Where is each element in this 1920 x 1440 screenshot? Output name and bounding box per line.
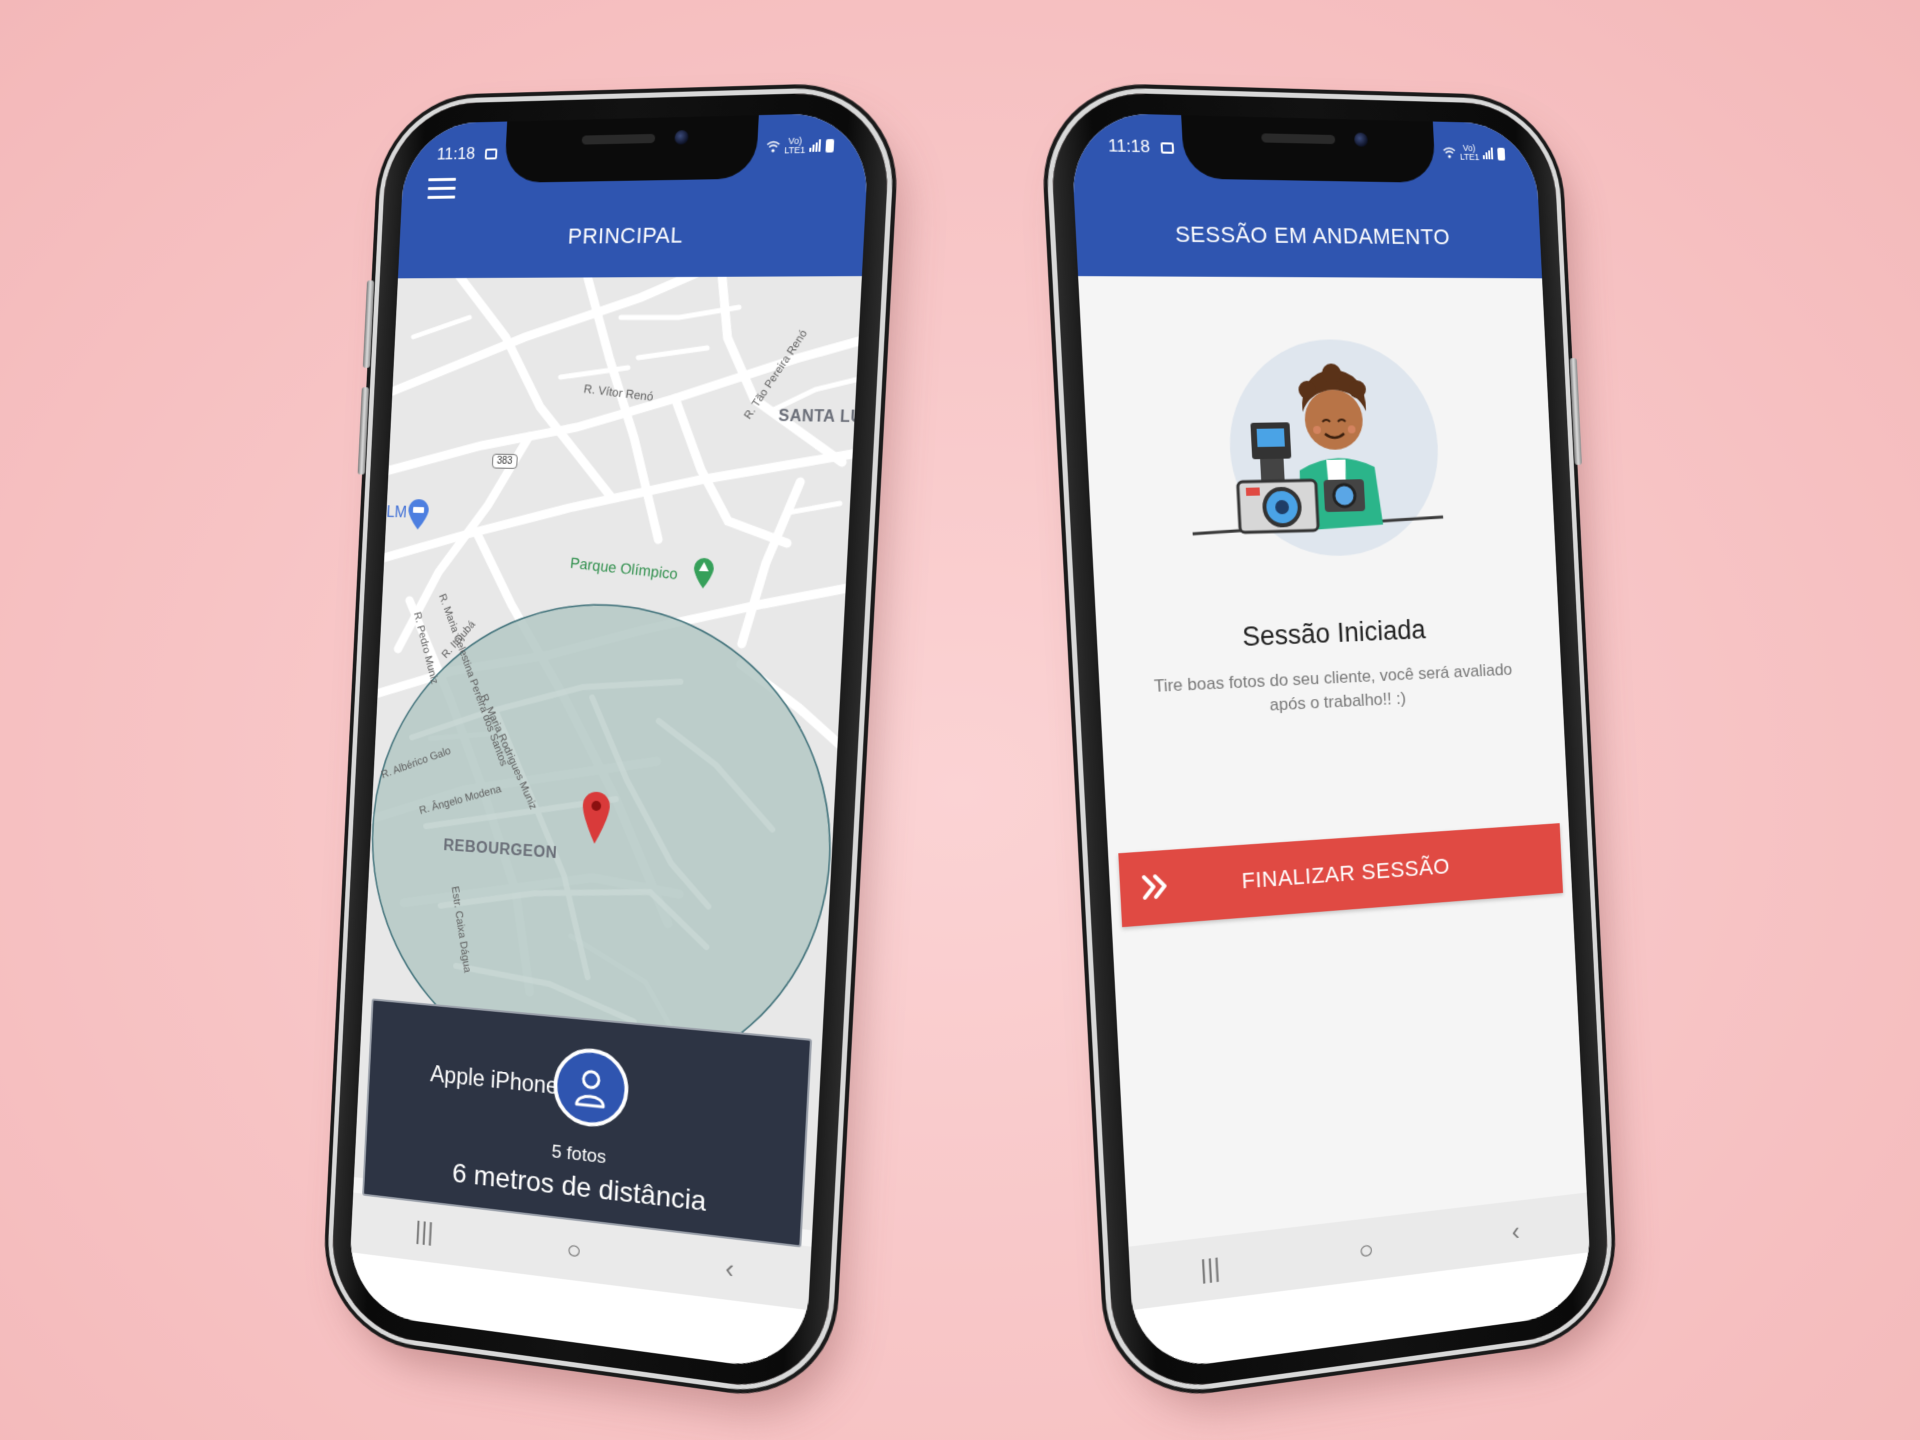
status-time: 11:18	[1108, 136, 1175, 158]
page-title: PRINCIPAL	[567, 222, 684, 249]
double-chevron-right-icon	[1140, 870, 1172, 903]
status-time-text: 11:18	[436, 143, 476, 164]
recents-button[interactable]: |||	[1179, 1245, 1241, 1293]
phone-left: 11:18 Vo) LTE1 PRINCIPAL R. Vítor Renó R…	[328, 90, 893, 1397]
network-label: Vo) LTE1	[783, 135, 806, 156]
gallery-icon	[1160, 142, 1175, 154]
wifi-icon	[766, 140, 781, 153]
status-icons: Vo) LTE1	[1442, 142, 1506, 163]
main-screen: 11:18 Vo) LTE1 PRINCIPAL R. Vítor Renó R…	[347, 112, 871, 1374]
network-label: Vo) LTE1	[1459, 142, 1480, 163]
session-heading: Sessão Iniciada	[1241, 614, 1427, 653]
signal-icon	[1482, 147, 1494, 160]
map-roads	[359, 276, 862, 1121]
speaker	[581, 133, 656, 145]
status-time-text: 11:18	[1107, 135, 1151, 157]
recents-button[interactable]: |||	[396, 1208, 453, 1254]
finish-session-label: FINALIZAR SESSÃO	[1241, 853, 1451, 894]
power-button	[1569, 358, 1582, 465]
map-label-santa: SANTA LU	[777, 407, 862, 427]
signal-icon	[809, 139, 822, 152]
back-button[interactable]: ‹	[699, 1245, 761, 1293]
session-content: Sessão Iniciada Tire boas fotos do seu c…	[1078, 276, 1587, 1247]
tree-icon[interactable]	[691, 557, 716, 590]
phone-right: 11:18 Vo) LTE1 SESSÃO EM ANDAMENTO Sessã…	[1047, 90, 1612, 1397]
front-camera	[674, 130, 689, 145]
status-icons: Vo) LTE1	[766, 136, 835, 156]
route-badge: 383	[491, 453, 518, 469]
front-camera	[1353, 132, 1369, 147]
speaker	[1261, 133, 1336, 145]
notch	[1181, 115, 1436, 183]
wifi-icon	[1443, 146, 1457, 159]
battery-icon	[1497, 147, 1506, 161]
back-button[interactable]: ‹	[1487, 1208, 1544, 1254]
hamburger-menu-icon[interactable]	[427, 177, 457, 200]
volume-up-button	[362, 280, 375, 368]
home-button[interactable]: ○	[1336, 1226, 1395, 1273]
home-button[interactable]: ○	[544, 1226, 603, 1273]
photographer-illustration	[1182, 339, 1465, 560]
shopping-cart-icon[interactable]	[406, 498, 431, 531]
device-name: Apple iPhone	[429, 1060, 559, 1100]
gallery-icon	[484, 148, 498, 160]
finish-session-button[interactable]: FINALIZAR SESSÃO	[1118, 823, 1564, 928]
status-time: 11:18	[436, 143, 498, 164]
avatar[interactable]	[551, 1045, 631, 1131]
notch	[504, 115, 759, 183]
session-screen: 11:18 Vo) LTE1 SESSÃO EM ANDAMENTO Sessã…	[1069, 112, 1593, 1374]
map-label-poi: LM	[386, 504, 408, 522]
volume-down-button	[357, 387, 370, 475]
person-icon	[573, 1066, 609, 1109]
map-pin-icon[interactable]	[579, 789, 612, 847]
battery-icon	[825, 138, 835, 153]
session-subtitle: Tire boas fotos do seu cliente, você ser…	[1153, 659, 1513, 715]
mockup-stage: 11:18 Vo) LTE1 PRINCIPAL R. Vítor Renó R…	[0, 0, 1920, 1440]
page-title: SESSÃO EM ANDAMENTO	[1174, 221, 1451, 250]
